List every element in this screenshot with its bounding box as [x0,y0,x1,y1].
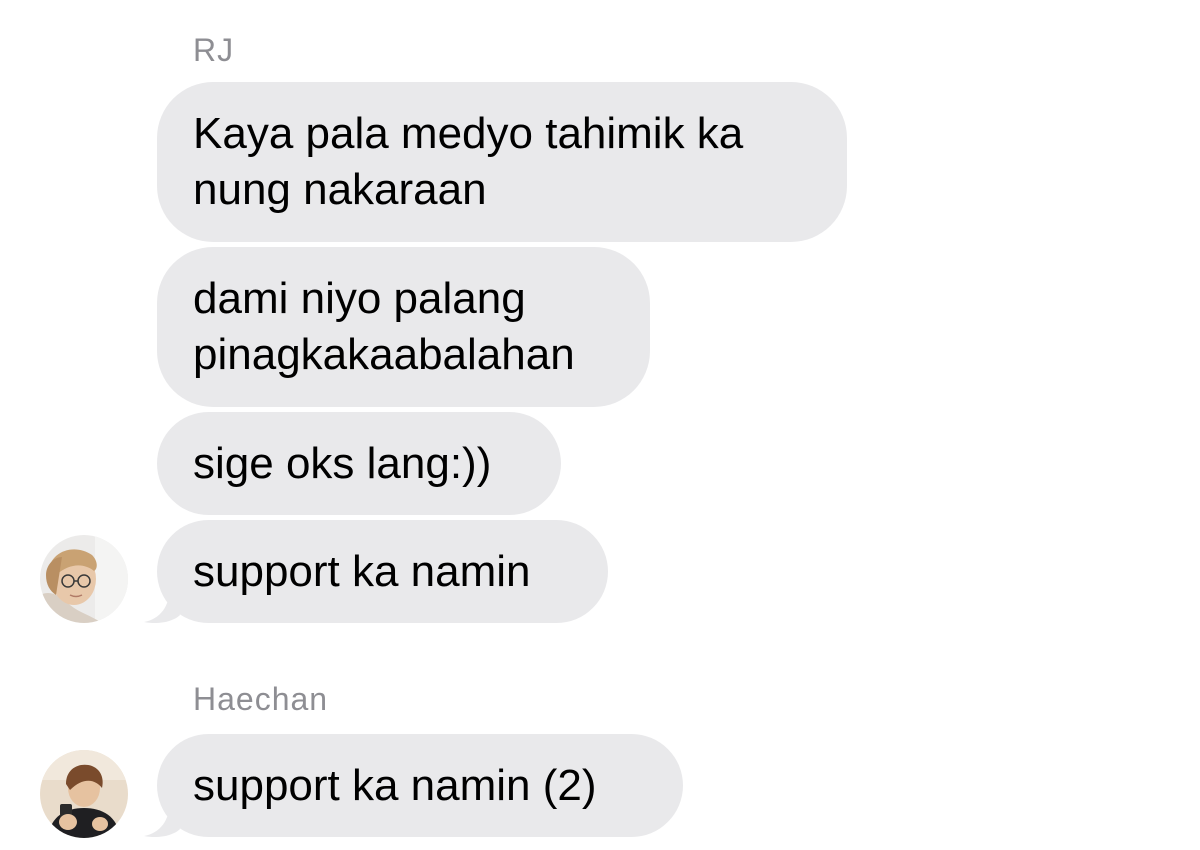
message-text: sige oks lang:)) [193,438,492,488]
message-text: dami niyo palang pinagkakaabalahan [193,274,575,379]
avatar-rj[interactable] [40,535,128,623]
person-with-glasses-avatar-icon [40,535,128,623]
sender-name-haechan: Haechan [193,681,329,717]
message-text: Kaya pala medyo tahimik ka nung nakaraan [193,109,744,214]
message-bubble[interactable]: Kaya pala medyo tahimik ka nung nakaraan [157,82,847,242]
sender-name-rj: RJ [193,32,235,68]
bubble-tail-icon [144,585,180,624]
bubble-tail-icon [144,799,180,838]
message-text: support ka namin [193,546,531,596]
message-bubble[interactable]: dami niyo palang pinagkakaabalahan [157,247,650,407]
message-bubble[interactable]: support ka namin [157,520,608,623]
message-bubble[interactable]: support ka namin (2) [157,734,683,837]
message-text: support ka namin (2) [193,760,597,810]
avatar-haechan[interactable] [40,750,128,838]
person-holding-phone-avatar-icon [40,750,128,838]
message-bubble[interactable]: sige oks lang:)) [157,412,561,515]
